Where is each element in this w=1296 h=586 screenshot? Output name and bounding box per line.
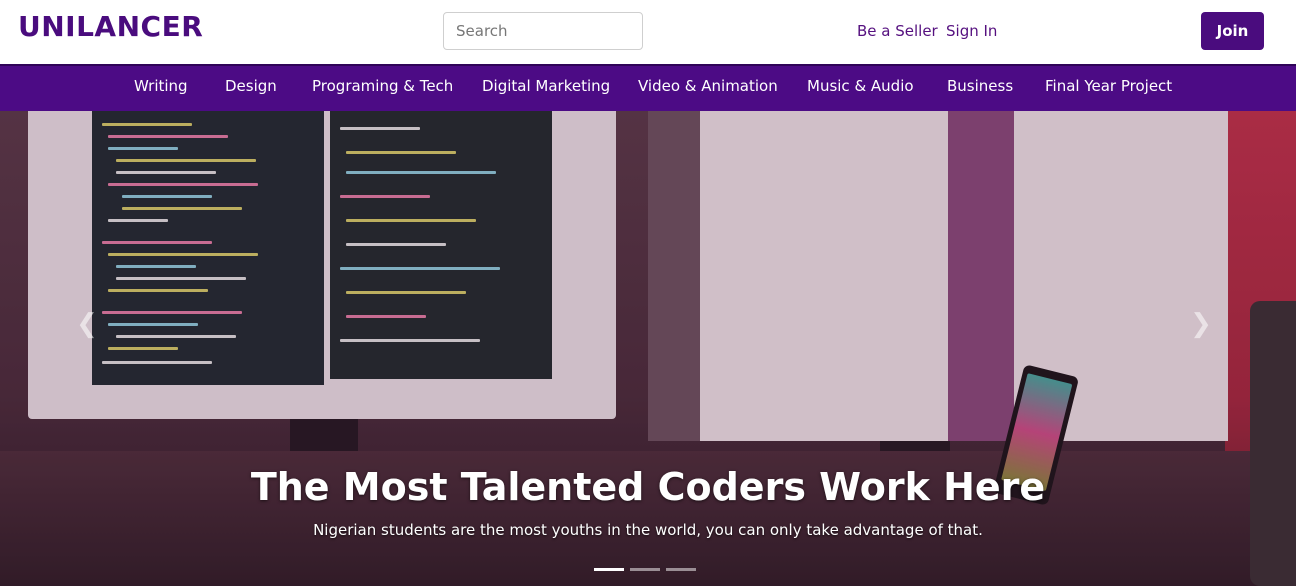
category-design[interactable]: Design <box>225 76 277 96</box>
search-input[interactable] <box>443 12 643 50</box>
category-video-animation[interactable]: Video & Animation <box>638 76 778 96</box>
category-digital-marketing[interactable]: Digital Marketing <box>482 76 610 96</box>
be-a-seller-link[interactable]: Be a Seller <box>857 21 938 41</box>
join-button[interactable]: Join <box>1201 12 1264 50</box>
sign-in-link[interactable]: Sign In <box>946 21 997 41</box>
carousel-indicator-1[interactable] <box>594 568 624 571</box>
carousel-indicator-2[interactable] <box>630 568 660 571</box>
category-music-audio[interactable]: Music & Audio <box>807 76 914 96</box>
category-programing-tech[interactable]: Programing & Tech <box>312 76 453 96</box>
category-final-year-project[interactable]: Final Year Project <box>1045 76 1172 96</box>
category-nav: Writing Design Programing & Tech Digital… <box>0 64 1296 111</box>
chevron-left-icon[interactable]: ❮ <box>72 309 102 339</box>
brand-logo[interactable]: UNILANCER <box>18 9 203 45</box>
hero-title: The Most Talented Coders Work Here <box>250 465 1046 509</box>
hero-overlay <box>0 111 1296 586</box>
chevron-right-icon[interactable]: ❯ <box>1186 309 1216 339</box>
top-header: UNILANCER Be a Seller Sign In Join <box>0 0 1296 64</box>
hero-carousel: ❮ ❯ The Most Talented Coders Work Here N… <box>0 111 1296 586</box>
category-writing[interactable]: Writing <box>134 76 188 96</box>
hero-subtitle: Nigerian students are the most youths in… <box>313 521 983 539</box>
carousel-indicator-3[interactable] <box>666 568 696 571</box>
category-business[interactable]: Business <box>947 76 1013 96</box>
